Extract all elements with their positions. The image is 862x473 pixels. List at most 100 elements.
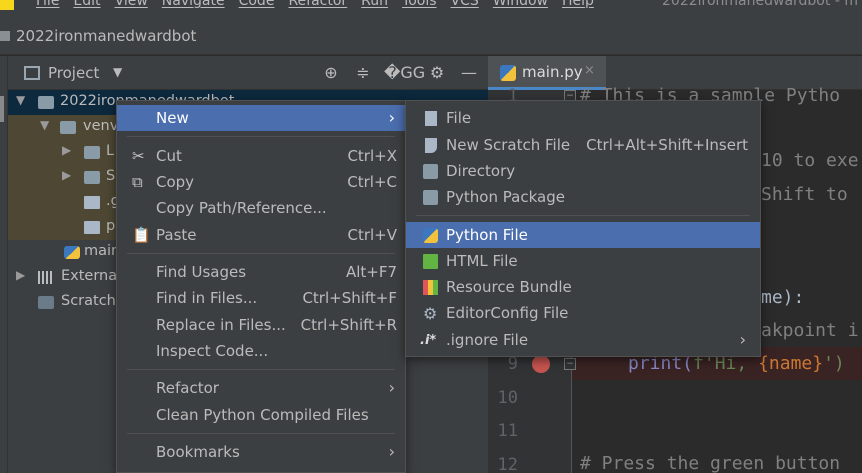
submenu-item-python-package[interactable]: Python Package [406, 184, 760, 210]
project-panel-header: Project ▼ ⊕ ≑ �GG ⚙ — [8, 56, 488, 90]
menu-item-find-usages[interactable]: Find Usages Alt+F7 [117, 259, 405, 285]
menu-separator [127, 369, 395, 370]
chevron-right-icon[interactable]: ▶ [16, 268, 28, 282]
python-file-icon [500, 65, 516, 81]
collapse-all-icon[interactable]: �GG [384, 62, 425, 84]
line-number: 10 [497, 388, 518, 408]
line-number: 9 [507, 354, 518, 374]
menu-item-new[interactable]: New › [117, 105, 405, 131]
folder-icon [0, 31, 10, 41]
chevron-right-icon: › [388, 108, 395, 127]
scratch-file-icon [425, 138, 437, 153]
menu-item-refactor[interactable]: Refactor › [117, 375, 405, 401]
project-tool-button[interactable] [0, 96, 4, 122]
submenu-item-label: File [446, 109, 472, 127]
menu-refactor[interactable]: Refactor [288, 0, 347, 9]
submenu-item-label: EditorConfig File [446, 304, 569, 322]
submenu-item-label: Resource Bundle [446, 278, 572, 296]
submenu-item-python-file[interactable]: Python File [406, 222, 760, 248]
menu-navigate[interactable]: Navigate [162, 0, 225, 9]
menu-item-inspect-code[interactable]: Inspect Code... [117, 338, 405, 364]
menu-tools[interactable]: Tools [402, 0, 437, 9]
menu-item-label: Find in Files... [156, 289, 258, 307]
menu-item-copy[interactable]: ⧉ Copy Ctrl+C [117, 169, 405, 195]
menu-help[interactable]: Help [562, 0, 594, 9]
python-package-icon [423, 190, 438, 205]
breadcrumb[interactable]: 2022ironmanedwardbot [16, 27, 196, 45]
menu-item-copy-path[interactable]: Copy Path/Reference... [117, 195, 405, 221]
hide-icon[interactable]: — [458, 62, 480, 84]
menu-item-cut[interactable]: ✂ Cut Ctrl+X [117, 143, 405, 169]
menu-item-label: Find Usages [156, 263, 247, 281]
menu-file[interactable]: File [36, 0, 59, 9]
clipboard-icon: 📋 [132, 226, 151, 244]
new-submenu: File New Scratch File Ctrl+Alt+Shift+Ins… [405, 100, 761, 357]
project-panel-title[interactable]: Project [48, 64, 99, 82]
file-icon [425, 111, 437, 126]
menu-item-bookmarks[interactable]: Bookmarks › [117, 439, 405, 465]
menu-item-clean-compiled[interactable]: Clean Python Compiled Files [117, 402, 405, 428]
menu-vcs[interactable]: VCS [451, 0, 479, 9]
menu-item-shortcut: Ctrl+V [347, 226, 397, 244]
menu-window[interactable]: Window [493, 0, 548, 9]
navigation-bar: 2022ironmanedwardbot [0, 14, 862, 55]
submenu-item-file[interactable]: File [406, 105, 760, 131]
project-window-icon [24, 66, 40, 80]
submenu-item-resource-bundle[interactable]: Resource Bundle [406, 274, 760, 300]
breakpoint-icon[interactable] [532, 355, 550, 373]
scissors-icon: ✂ [132, 147, 145, 165]
line-number: 11 [497, 421, 518, 441]
gear-icon: ⚙ [423, 304, 438, 323]
main-menu-bar: File Edit View Navigate Code Refactor Ru… [0, 0, 862, 14]
menu-view[interactable]: View [115, 0, 148, 9]
menu-edit[interactable]: Edit [73, 0, 100, 9]
menu-run[interactable]: Run [361, 0, 388, 9]
submenu-item-shortcut: Ctrl+Alt+Shift+Insert [586, 136, 748, 154]
menu-item-paste[interactable]: 📋 Paste Ctrl+V [117, 222, 405, 248]
tree-item-label: S [106, 168, 116, 184]
resource-bundle-icon [423, 280, 438, 295]
chevron-down-icon[interactable]: ▼ [40, 118, 52, 132]
gear-icon[interactable]: ⚙ [426, 62, 448, 84]
menu-item-label: Refactor [156, 379, 219, 397]
submenu-item-directory[interactable]: Directory [406, 158, 760, 184]
chevron-down-icon[interactable]: ▼ [16, 93, 28, 107]
scratches-icon [38, 296, 54, 309]
folder-icon [60, 121, 76, 134]
code-line-7: me): [761, 287, 805, 308]
chevron-right-icon[interactable]: ▶ [62, 143, 74, 157]
ignore-file-icon: .i* [420, 333, 437, 348]
submenu-item-ignore-file[interactable]: .i* .ignore File › [406, 327, 760, 353]
menu-item-find-in-files[interactable]: Find in Files... Ctrl+Shift+F [117, 285, 405, 311]
menu-item-shortcut: Ctrl+Shift+R [300, 316, 397, 334]
menu-item-label: Copy [156, 173, 195, 191]
fold-icon[interactable]: − [564, 358, 576, 370]
copy-icon: ⧉ [132, 173, 143, 191]
submenu-item-label: Directory [446, 162, 516, 180]
menu-code[interactable]: Code [239, 0, 275, 9]
context-menu: New › ✂ Cut Ctrl+X ⧉ Copy Ctrl+C Copy Pa… [116, 100, 406, 473]
submenu-item-label: HTML File [446, 252, 518, 270]
python-file-icon [423, 228, 438, 243]
tree-item-label: p [106, 218, 116, 234]
menu-item-replace-in-files[interactable]: Replace in Files... Ctrl+Shift+R [117, 312, 405, 338]
locate-icon[interactable]: ⊕ [320, 62, 342, 84]
menu-separator [127, 433, 395, 434]
close-icon[interactable]: × [584, 63, 595, 78]
submenu-item-new-scratch-file[interactable]: New Scratch File Ctrl+Alt+Shift+Insert [406, 132, 760, 158]
submenu-item-html-file[interactable]: HTML File [406, 248, 760, 274]
folder-icon [423, 164, 438, 179]
chevron-right-icon: › [388, 378, 395, 397]
folder-icon [84, 171, 100, 184]
html-file-icon [423, 254, 438, 269]
chevron-right-icon[interactable]: ▶ [62, 168, 74, 182]
window-title: 2022ironmanedwardbot - m [662, 0, 858, 9]
menu-item-shortcut: Ctrl+Shift+F [302, 289, 397, 307]
expand-all-icon[interactable]: ≑ [352, 62, 374, 84]
python-file-icon [64, 246, 80, 259]
menu-item-shortcut: Ctrl+C [347, 173, 397, 191]
chevron-down-icon[interactable]: ▼ [113, 65, 122, 79]
code-string-end: ') [823, 353, 845, 374]
code-line-4: Shift to [761, 184, 848, 205]
submenu-item-editorconfig-file[interactable]: ⚙ EditorConfig File [406, 300, 760, 326]
